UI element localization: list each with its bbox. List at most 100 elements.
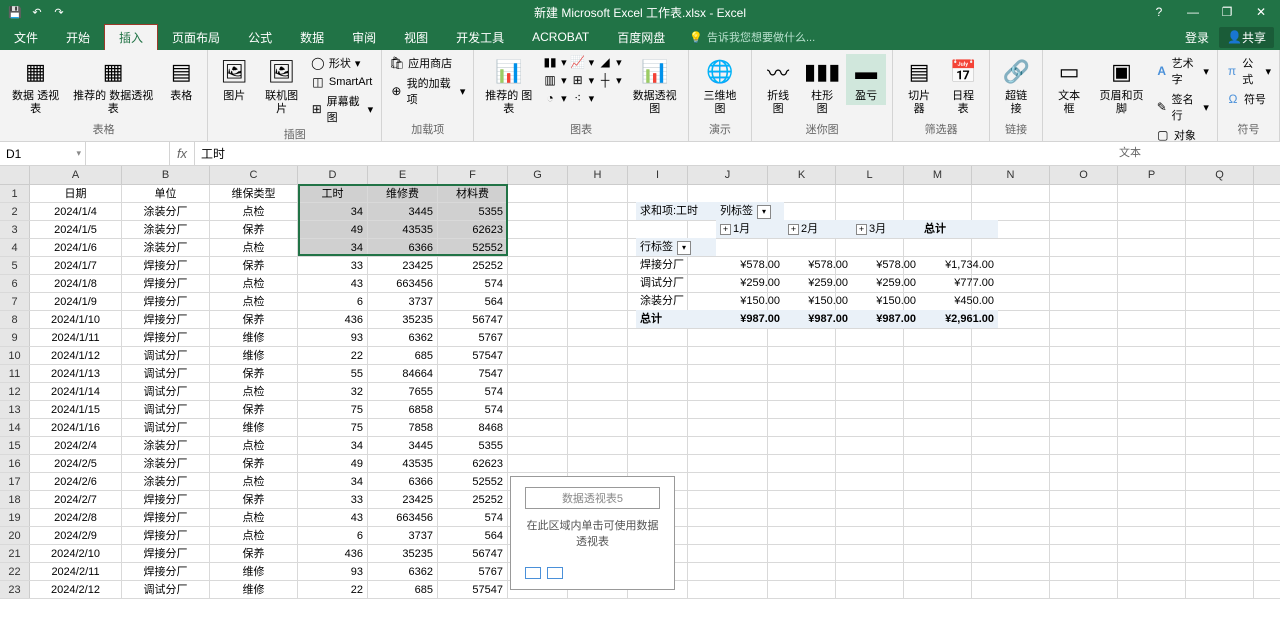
cell[interactable]: 保养 bbox=[210, 545, 298, 562]
cell[interactable] bbox=[836, 563, 904, 580]
cell[interactable] bbox=[1118, 239, 1186, 256]
cell[interactable] bbox=[1118, 383, 1186, 400]
pivot-table[interactable]: 求和项:工时 列标签▾ +1月 +2月 +3月 总计 行标签▾ 焊接分厂 ¥57… bbox=[636, 184, 1076, 334]
cell[interactable] bbox=[688, 347, 768, 364]
cell[interactable]: 调试分厂 bbox=[122, 401, 210, 418]
expand-icon[interactable]: + bbox=[720, 224, 731, 235]
cell[interactable] bbox=[1118, 509, 1186, 526]
cell[interactable] bbox=[836, 473, 904, 490]
minimize-button[interactable]: — bbox=[1178, 2, 1208, 22]
cell[interactable]: 43 bbox=[298, 275, 368, 292]
cell[interactable] bbox=[904, 509, 972, 526]
cell[interactable]: 保养 bbox=[210, 311, 298, 328]
row-header[interactable]: 17 bbox=[0, 473, 30, 490]
cell[interactable] bbox=[768, 455, 836, 472]
col-M[interactable]: M bbox=[904, 166, 972, 184]
cell[interactable] bbox=[972, 419, 1050, 436]
wordart-button[interactable]: A艺术字 ▾ bbox=[1154, 54, 1211, 88]
cell[interactable] bbox=[568, 203, 628, 220]
cell[interactable] bbox=[768, 509, 836, 526]
col-B[interactable]: B bbox=[122, 166, 210, 184]
row-header[interactable]: 20 bbox=[0, 527, 30, 544]
cell[interactable]: 43 bbox=[298, 509, 368, 526]
cell[interactable] bbox=[972, 347, 1050, 364]
cell[interactable] bbox=[1118, 221, 1186, 238]
cell[interactable]: 32 bbox=[298, 383, 368, 400]
row-header[interactable]: 10 bbox=[0, 347, 30, 364]
cell[interactable] bbox=[836, 509, 904, 526]
cell[interactable] bbox=[688, 563, 768, 580]
cell[interactable] bbox=[768, 401, 836, 418]
row-header[interactable]: 8 bbox=[0, 311, 30, 328]
cell[interactable]: 6362 bbox=[368, 563, 438, 580]
fx-button[interactable]: fx bbox=[170, 142, 195, 165]
tab-formula[interactable]: 公式 bbox=[234, 24, 286, 50]
cell[interactable] bbox=[768, 383, 836, 400]
cell[interactable] bbox=[508, 275, 568, 292]
cell[interactable]: 436 bbox=[298, 545, 368, 562]
pivot-row-label[interactable]: 行标签▾ bbox=[636, 238, 716, 256]
cell[interactable] bbox=[1050, 509, 1118, 526]
cell[interactable]: 564 bbox=[438, 293, 508, 310]
cell[interactable]: 3445 bbox=[368, 437, 438, 454]
cell[interactable] bbox=[972, 365, 1050, 382]
cell[interactable]: 焊接分厂 bbox=[122, 527, 210, 544]
cell[interactable]: 5767 bbox=[438, 563, 508, 580]
cell[interactable]: 2024/2/12 bbox=[30, 581, 122, 598]
cell[interactable] bbox=[508, 257, 568, 274]
cell[interactable]: 涂装分厂 bbox=[122, 455, 210, 472]
cell[interactable] bbox=[836, 383, 904, 400]
cell[interactable]: 57547 bbox=[438, 347, 508, 364]
row-header[interactable]: 12 bbox=[0, 383, 30, 400]
cell[interactable]: 2024/1/14 bbox=[30, 383, 122, 400]
col-P[interactable]: P bbox=[1118, 166, 1186, 184]
cell[interactable] bbox=[688, 419, 768, 436]
col-F[interactable]: F bbox=[438, 166, 508, 184]
cell[interactable] bbox=[904, 383, 972, 400]
cell[interactable]: 685 bbox=[368, 581, 438, 598]
cell[interactable]: 焊接分厂 bbox=[122, 311, 210, 328]
cell[interactable] bbox=[508, 455, 568, 472]
tab-file[interactable]: 文件 bbox=[0, 24, 52, 50]
ribbon-help-icon[interactable]: ? bbox=[1144, 2, 1174, 22]
cell[interactable] bbox=[768, 527, 836, 544]
cell[interactable] bbox=[836, 365, 904, 382]
cell[interactable] bbox=[904, 545, 972, 562]
cell[interactable] bbox=[1050, 563, 1118, 580]
pivot-chart-button[interactable]: 📊数据透视图 bbox=[628, 54, 682, 118]
cell[interactable] bbox=[1118, 311, 1186, 328]
cell[interactable]: 单位 bbox=[122, 185, 210, 202]
pivot-col-label[interactable]: 列标签▾ bbox=[716, 202, 784, 220]
cell[interactable] bbox=[508, 221, 568, 238]
cell[interactable]: 工时 bbox=[298, 185, 368, 202]
cell[interactable]: 35235 bbox=[368, 545, 438, 562]
cell[interactable]: 62623 bbox=[438, 455, 508, 472]
cell[interactable] bbox=[972, 545, 1050, 562]
table-button[interactable]: ▤表格 bbox=[161, 54, 201, 105]
cell[interactable]: 56747 bbox=[438, 311, 508, 328]
tab-devtools[interactable]: 开发工具 bbox=[442, 24, 518, 50]
cell[interactable] bbox=[836, 455, 904, 472]
row-header[interactable]: 11 bbox=[0, 365, 30, 382]
cell[interactable]: 2024/2/11 bbox=[30, 563, 122, 580]
addins-button[interactable]: ⊕我的加载项 ▾ bbox=[388, 74, 467, 108]
col-K[interactable]: K bbox=[768, 166, 836, 184]
cell[interactable]: 调试分厂 bbox=[122, 383, 210, 400]
cell[interactable] bbox=[508, 329, 568, 346]
cell[interactable] bbox=[904, 473, 972, 490]
cell[interactable]: 维修 bbox=[210, 329, 298, 346]
cell[interactable] bbox=[1118, 401, 1186, 418]
pivot-col-m2[interactable]: +2月 bbox=[784, 220, 852, 238]
cell[interactable]: 保养 bbox=[210, 401, 298, 418]
cell[interactable]: 8468 bbox=[438, 419, 508, 436]
row-header[interactable]: 7 bbox=[0, 293, 30, 310]
cell[interactable] bbox=[1118, 473, 1186, 490]
cell[interactable] bbox=[688, 401, 768, 418]
cell[interactable]: 7547 bbox=[438, 365, 508, 382]
sparkline-col-button[interactable]: ▮▮▮柱形图 bbox=[802, 54, 842, 118]
sparkline-line-button[interactable]: 〰折线图 bbox=[758, 54, 798, 118]
cell[interactable] bbox=[1186, 203, 1254, 220]
cell[interactable]: 35235 bbox=[368, 311, 438, 328]
cell[interactable] bbox=[1186, 311, 1254, 328]
col-O[interactable]: O bbox=[1050, 166, 1118, 184]
